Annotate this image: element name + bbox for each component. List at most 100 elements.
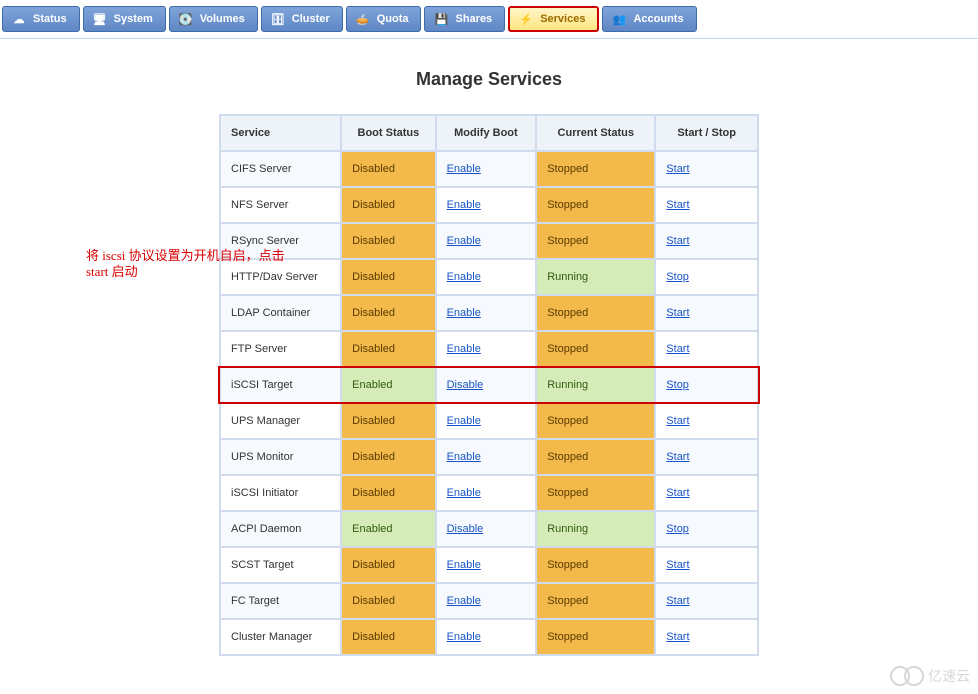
current-status: Stopped [536, 151, 655, 187]
tab-label: Status [33, 13, 67, 25]
modify-boot-cell: Enable [436, 151, 537, 187]
col-service: Service [220, 115, 341, 151]
current-status: Stopped [536, 331, 655, 367]
table-row: LDAP ContainerDisabledEnableStoppedStart [220, 295, 758, 331]
modify-boot-link[interactable]: Disable [447, 379, 484, 391]
watermark: 亿速云 [890, 666, 970, 686]
service-name: UPS Monitor [220, 439, 341, 475]
action-cell: Start [655, 295, 758, 331]
tab-cluster[interactable]: 🗄 Cluster [261, 6, 343, 32]
service-name: iSCSI Initiator [220, 475, 341, 511]
modify-boot-link[interactable]: Disable [447, 523, 484, 535]
modify-boot-link[interactable]: Enable [447, 451, 481, 463]
startstop-link[interactable]: Start [666, 235, 689, 247]
startstop-link[interactable]: Start [666, 307, 689, 319]
boot-status: Disabled [341, 259, 435, 295]
current-status: Running [536, 367, 655, 403]
accounts-icon: 👥 [611, 11, 627, 27]
boot-status: Disabled [341, 619, 435, 655]
action-cell: Start [655, 619, 758, 655]
boot-status: Disabled [341, 475, 435, 511]
modify-boot-link[interactable]: Enable [447, 595, 481, 607]
action-cell: Start [655, 439, 758, 475]
modify-boot-link[interactable]: Enable [447, 559, 481, 571]
action-cell: Start [655, 331, 758, 367]
tab-label: Cluster [292, 13, 330, 25]
current-status: Running [536, 259, 655, 295]
startstop-link[interactable]: Start [666, 631, 689, 643]
tab-volumes[interactable]: 💽 Volumes [169, 6, 258, 32]
startstop-link[interactable]: Stop [666, 523, 689, 535]
current-status: Stopped [536, 583, 655, 619]
action-cell: Stop [655, 367, 758, 403]
current-status: Stopped [536, 619, 655, 655]
current-status: Stopped [536, 475, 655, 511]
modify-boot-cell: Enable [436, 619, 537, 655]
table-row: NFS ServerDisabledEnableStoppedStart [220, 187, 758, 223]
startstop-link[interactable]: Start [666, 559, 689, 571]
service-name: NFS Server [220, 187, 341, 223]
top-nav: ☁ Status 🖥System 💽 Volumes 🗄 Cluster 🥧Quota💾Sha… [0, 0, 978, 39]
table-row: FTP ServerDisabledEnableStoppedStart [220, 331, 758, 367]
startstop-link[interactable]: Start [666, 199, 689, 211]
startstop-link[interactable]: Start [666, 163, 689, 175]
modify-boot-link[interactable]: Enable [447, 487, 481, 499]
startstop-link[interactable]: Start [666, 487, 689, 499]
tab-shares[interactable]: 💾Shares [424, 6, 505, 32]
service-name: FTP Server [220, 331, 341, 367]
table-row: UPS ManagerDisabledEnableStoppedStart [220, 403, 758, 439]
tab-quota[interactable]: 🥧Quota [346, 6, 422, 32]
startstop-link[interactable]: Start [666, 343, 689, 355]
service-name: UPS Manager [220, 403, 341, 439]
modify-boot-cell: Enable [436, 403, 537, 439]
service-name: Cluster Manager [220, 619, 341, 655]
current-status: Stopped [536, 439, 655, 475]
tab-status[interactable]: ☁ Status [2, 6, 80, 32]
boot-status: Disabled [341, 547, 435, 583]
status-icon: ☁ [11, 11, 27, 27]
modify-boot-cell: Enable [436, 583, 537, 619]
startstop-link[interactable]: Stop [666, 271, 689, 283]
modify-boot-cell: Disable [436, 511, 537, 547]
modify-boot-cell: Enable [436, 439, 537, 475]
modify-boot-link[interactable]: Enable [447, 415, 481, 427]
startstop-link[interactable]: Start [666, 451, 689, 463]
modify-boot-cell: Enable [436, 223, 537, 259]
modify-boot-link[interactable]: Enable [447, 343, 481, 355]
table-row: CIFS ServerDisabledEnableStoppedStart [220, 151, 758, 187]
shares-icon: 💾 [433, 11, 449, 27]
col-boot: Boot Status [341, 115, 435, 151]
modify-boot-link[interactable]: Enable [447, 163, 481, 175]
action-cell: Start [655, 583, 758, 619]
system-icon: 🖥 [92, 11, 108, 27]
startstop-link[interactable]: Stop [666, 379, 689, 391]
modify-boot-cell: Enable [436, 259, 537, 295]
table-row: FC TargetDisabledEnableStoppedStart [220, 583, 758, 619]
tab-system[interactable]: 🖥System [83, 6, 166, 32]
tab-label: Accounts [633, 13, 683, 25]
current-status: Stopped [536, 547, 655, 583]
modify-boot-link[interactable]: Enable [447, 235, 481, 247]
action-cell: Start [655, 403, 758, 439]
startstop-link[interactable]: Start [666, 415, 689, 427]
modify-boot-link[interactable]: Enable [447, 631, 481, 643]
current-status: Stopped [536, 223, 655, 259]
current-status: Stopped [536, 187, 655, 223]
boot-status: Disabled [341, 439, 435, 475]
startstop-link[interactable]: Start [666, 595, 689, 607]
watermark-text: 亿速云 [928, 666, 970, 686]
modify-boot-link[interactable]: Enable [447, 271, 481, 283]
tab-accounts[interactable]: 👥 Accounts [602, 6, 696, 32]
tab-services[interactable]: ⚡Services [508, 6, 599, 32]
volumes-icon: 💽 [178, 11, 194, 27]
cluster-icon: 🗄 [270, 11, 286, 27]
service-name: iSCSI Target [220, 367, 341, 403]
modify-boot-cell: Enable [436, 547, 537, 583]
col-modify: Modify Boot [436, 115, 537, 151]
modify-boot-link[interactable]: Enable [447, 307, 481, 319]
action-cell: Stop [655, 511, 758, 547]
tab-label: Volumes [200, 13, 245, 25]
modify-boot-link[interactable]: Enable [447, 199, 481, 211]
service-name: FC Target [220, 583, 341, 619]
boot-status: Enabled [341, 511, 435, 547]
